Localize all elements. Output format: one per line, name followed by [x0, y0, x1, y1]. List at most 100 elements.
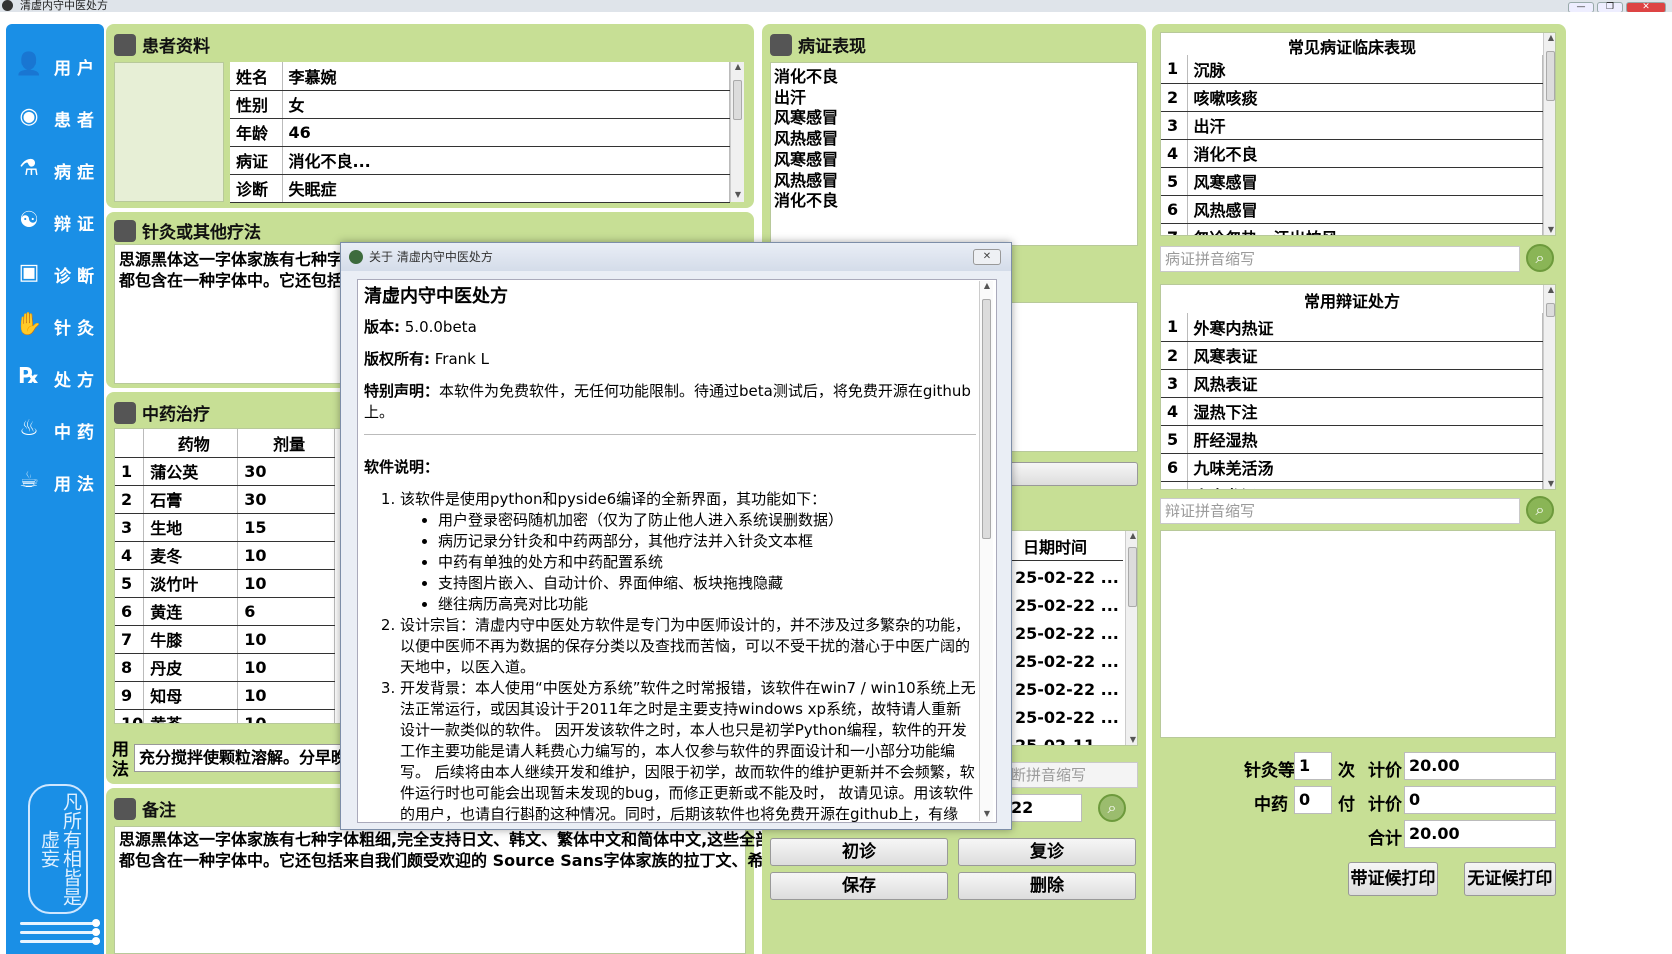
acupuncture-hand-icon	[114, 220, 136, 242]
list-item: 继往病历高亮对比功能	[438, 594, 976, 615]
history-count-field[interactable]: 22	[1006, 794, 1082, 822]
window-controls: — ❐ ✕	[1565, 0, 1666, 12]
table-row[interactable]: 25-02-22 ...	[1015, 567, 1119, 588]
common-symptoms-scrollbar[interactable]: ▲ ▼	[1543, 33, 1555, 235]
table-row[interactable]: 4 湿热下注	[1161, 397, 1543, 426]
panel-toggle-sliders[interactable]	[20, 919, 100, 949]
first-visit-button[interactable]: 初诊	[770, 838, 948, 866]
notes-panel-title: 备注	[114, 796, 176, 821]
common-prescriptions-title: 常用辩证处方	[1303, 292, 1400, 311]
table-row[interactable]: 2 石膏 30	[115, 485, 335, 514]
herb-price-field[interactable]: 0	[1404, 786, 1556, 814]
herb-bowl-icon	[114, 402, 136, 424]
revisit-button[interactable]: 复诊	[958, 838, 1136, 866]
about-close-button[interactable]: ✕	[973, 249, 1001, 265]
history-search-button[interactable]: ⌕	[1098, 794, 1126, 822]
about-desc-label: 软件说明：	[364, 458, 440, 476]
about-scrollbar[interactable]: ▲ ▼	[979, 281, 993, 821]
patient-table-scrollbar[interactable]: ▲ ▼	[730, 62, 744, 202]
table-row[interactable]: 2 风寒表证	[1161, 341, 1543, 370]
herb-price-label: 计价	[1368, 795, 1402, 815]
table-row[interactable]: 3 风热表证	[1161, 369, 1543, 398]
notes-textarea[interactable]: 思源黑体这一字体家族有七种字体粗细,完全支持日文、韩文、繁体中文和简体中文,这些…	[114, 826, 771, 954]
nav-item-symptom[interactable]: ⚗ 病症	[6, 146, 104, 190]
history-search-input[interactable]: 断拼音缩写	[1006, 762, 1138, 788]
table-row[interactable]: 3 生地 15	[115, 513, 335, 542]
nav-item-diagnosis[interactable]: ▣ 诊断	[6, 250, 104, 294]
list-item: 中药有单独的处方和中药配置系统	[438, 552, 976, 573]
nav-item-patient[interactable]: ◉ 患者	[6, 94, 104, 138]
table-row[interactable]: 7小青龙汤	[1161, 481, 1543, 489]
table-row[interactable]: 10黄芩10	[115, 709, 335, 723]
table-row[interactable]: 25-02-22 ...	[1015, 595, 1119, 616]
table-row[interactable]: 6 黄连 6	[115, 597, 335, 626]
patient-diagnosis-value[interactable]: 失眠症	[282, 174, 730, 203]
prescription-search-input[interactable]: 辩证拼音缩写	[1160, 498, 1520, 524]
table-row[interactable]: 6 九味羌活汤	[1161, 453, 1543, 482]
maximize-button[interactable]: ❐	[1597, 2, 1623, 12]
common-prescriptions-scrollbar[interactable]: ▲ ▼	[1543, 285, 1555, 489]
table-row[interactable]: 25-02-22 ...	[1015, 651, 1119, 672]
table-row[interactable]: 25-02-22 ...	[1015, 707, 1119, 728]
close-button[interactable]: ✕	[1626, 2, 1666, 12]
print-with-syndrome-button[interactable]: 带证候打印	[1348, 862, 1438, 896]
brain-icon: ▣	[18, 260, 40, 285]
patient-icon: ◉	[19, 104, 39, 129]
prescription-search-button[interactable]: ⌕	[1526, 496, 1554, 524]
table-row[interactable]: 5 肝经湿热	[1161, 425, 1543, 454]
symptoms-textarea[interactable]: 消化不良 出汗 风寒感冒 风热感冒 风寒感冒 风热感冒 消化不良	[770, 62, 1138, 246]
test-tube-icon	[770, 34, 792, 56]
patient-gender-value[interactable]: 女	[282, 90, 730, 119]
acupuncture-hand-icon: ✋	[15, 312, 43, 337]
table-row[interactable]: 5 风寒感冒	[1161, 167, 1543, 196]
table-row[interactable]: 9 知母 10	[115, 681, 335, 710]
acu-price-field[interactable]: 20.00	[1404, 752, 1556, 780]
about-dialog-titlebar: 关于 清虚内守中医处方 ✕	[341, 243, 1011, 271]
table-row[interactable]: 7 牛膝 10	[115, 625, 335, 654]
patient-syndrome-value[interactable]: 消化不良...	[282, 146, 730, 175]
patient-photo[interactable]	[114, 62, 224, 202]
patient-name-value[interactable]: 李慕婉	[282, 62, 730, 91]
delete-button[interactable]: 删除	[958, 872, 1136, 900]
table-row[interactable]: 25-02-11 ...	[1015, 735, 1119, 745]
nav-item-herbs[interactable]: ♨ 中药	[6, 406, 104, 450]
table-row[interactable]: 25-02-22 ...	[1015, 679, 1119, 700]
table-row[interactable]: 2 咳嗽咳痰	[1161, 83, 1543, 112]
window-titlebar: 清虚内守中医处方 — ❐ ✕	[0, 0, 1672, 12]
table-row[interactable]: 4 麦冬 10	[115, 541, 335, 570]
print-without-syndrome-button[interactable]: 无证候打印	[1464, 862, 1556, 896]
table-row[interactable]: 1 沉脉	[1161, 55, 1543, 84]
acu-count-field[interactable]: 1	[1294, 752, 1332, 780]
herb-bowl-icon: ♨	[19, 416, 39, 441]
table-row[interactable]: 1 外寒内热证	[1161, 313, 1543, 342]
table-row[interactable]: 7忽冷忽热，汗出怕风	[1161, 223, 1543, 235]
nav-item-acupuncture[interactable]: ✋ 针灸	[6, 302, 104, 346]
sidebar-nav: 👤 用户 ◉ 患者 ⚗ 病症 ☯ 辩证 ▣ 诊断 ✋ 针灸 ℞ 处方 ♨ 中药 ☕ 用法 凡所有相…	[6, 24, 104, 954]
nav-item-prescription[interactable]: ℞ 处方	[6, 354, 104, 398]
table-row[interactable]: 3 出汗	[1161, 111, 1543, 140]
about-version: 版本: 5.0.0beta	[364, 318, 477, 336]
herb-count-field[interactable]: 0	[1294, 786, 1332, 814]
table-row[interactable]: 8 丹皮 10	[115, 653, 335, 682]
patient-age-value[interactable]: 46	[282, 118, 730, 147]
minimize-button[interactable]: —	[1568, 2, 1594, 12]
symptom-search-button[interactable]: ⌕	[1526, 244, 1554, 272]
yin-yang-icon: ☯	[19, 208, 39, 233]
save-button[interactable]: 保存	[770, 872, 948, 900]
about-divider	[364, 434, 976, 435]
usage-label: 用法	[112, 740, 129, 780]
patient-panel-title: 患者资料	[114, 32, 210, 57]
table-row[interactable]: 25-02-22 ...	[1015, 623, 1119, 644]
nav-item-usage[interactable]: ☕ 用法	[6, 458, 104, 502]
table-row[interactable]: 5 淡竹叶 10	[115, 569, 335, 598]
nav-item-user[interactable]: 👤 用户	[6, 42, 104, 86]
history-scrollbar[interactable]: ▲ ▼	[1125, 531, 1137, 745]
table-row[interactable]: 1 蒲公英 30	[115, 457, 335, 486]
patient-info-icon	[114, 34, 136, 56]
total-field[interactable]: 20.00	[1404, 820, 1556, 848]
prescription-detail-area[interactable]	[1160, 530, 1556, 738]
table-row[interactable]: 4 消化不良	[1161, 139, 1543, 168]
table-row[interactable]: 6 风热感冒	[1161, 195, 1543, 224]
symptom-search-input[interactable]: 病证拼音缩写	[1160, 246, 1520, 272]
nav-item-differentiation[interactable]: ☯ 辩证	[6, 198, 104, 242]
